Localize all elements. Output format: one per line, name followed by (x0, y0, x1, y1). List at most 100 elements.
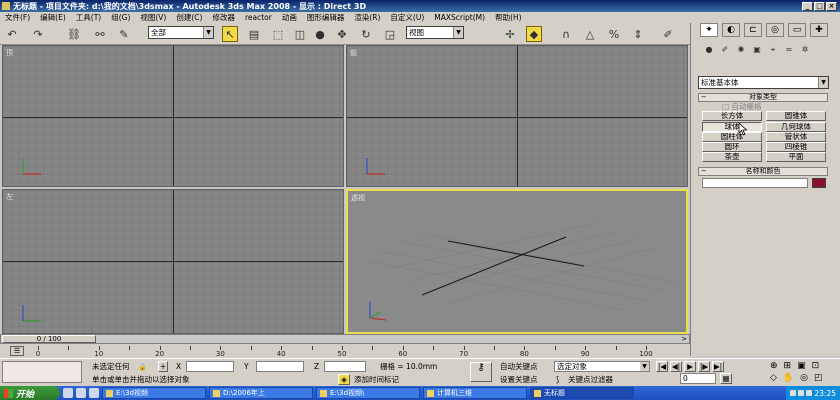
select-move-icon[interactable]: ✥ (334, 26, 350, 42)
geometry-icon[interactable]: ● (702, 44, 716, 56)
pyramid-button[interactable]: 四棱锥 (766, 142, 826, 152)
menu-tools[interactable]: 工具(T) (71, 12, 106, 23)
menu-rendering[interactable]: 渲染(R) (349, 12, 385, 23)
teapot-button[interactable]: 茶壶 (702, 152, 762, 162)
unlink-icon[interactable]: ⚯ (92, 26, 108, 42)
task-button[interactable]: D:\2006年上 (209, 387, 313, 399)
helpers-icon[interactable]: ⌖ (766, 44, 780, 56)
bind-space-warp-icon[interactable]: ✎ (116, 26, 132, 42)
link-icon[interactable]: ⛓ (66, 26, 82, 42)
angle-snap-icon[interactable]: △ (582, 26, 598, 42)
motion-tab-icon[interactable]: ◎ (766, 23, 784, 37)
menu-file[interactable]: 文件(F) (0, 12, 35, 23)
time-slider-next-icon[interactable]: > (681, 335, 687, 343)
maximize-button[interactable]: □ (814, 1, 825, 11)
viewport-label-front[interactable]: 前 (350, 48, 357, 58)
lock-selection-icon[interactable]: 🔒 (138, 363, 147, 371)
viewport-front[interactable]: 前 (346, 45, 688, 187)
menu-group[interactable]: 组(G) (106, 12, 135, 23)
viewport-perspective[interactable]: 透视 (346, 189, 688, 334)
zoom-all-icon[interactable]: ⊞ (784, 361, 798, 371)
select-by-name-icon[interactable]: ▤ (246, 26, 262, 42)
field-of-view-icon[interactable]: ◇ (770, 373, 783, 383)
quick-launch-media-icon[interactable] (89, 388, 99, 398)
zoom-icon[interactable]: ⊕ (770, 361, 784, 371)
task-button-active[interactable]: 无标题 (530, 387, 634, 399)
time-slider[interactable]: 0 / 100 > (0, 334, 690, 344)
display-tab-icon[interactable]: ▭ (788, 23, 806, 37)
menu-maxscript[interactable]: MAXScript(M) (429, 13, 490, 22)
key-filters-button[interactable]: 关键点过滤器 (568, 374, 613, 385)
menu-modifiers[interactable]: 修改器 (207, 12, 240, 23)
select-rotate-icon[interactable]: ↻ (358, 26, 374, 42)
maximize-viewport-icon[interactable]: ◰ (814, 373, 829, 383)
viewport-label-top[interactable]: 顶 (6, 48, 13, 58)
tray-icon[interactable] (790, 390, 797, 396)
viewport-top[interactable]: 顶 (2, 45, 344, 187)
select-and-manipulate-icon[interactable]: ◆ (526, 26, 542, 42)
edit-named-selection-icon[interactable]: ✐ (660, 26, 676, 42)
start-button[interactable]: 开始 (0, 386, 60, 400)
play-icon[interactable]: ▶ (684, 361, 696, 372)
close-button[interactable]: × (826, 1, 837, 11)
use-pivot-center-icon[interactable]: ✢ (502, 26, 518, 42)
hierarchy-tab-icon[interactable]: ⊏ (744, 23, 762, 37)
cylinder-button[interactable]: 圆柱体 (702, 132, 762, 142)
quick-launch-ie-icon[interactable] (63, 388, 73, 398)
window-crossing-icon[interactable]: ◫ (292, 26, 308, 42)
task-button[interactable]: E:\3d视频 (102, 387, 206, 399)
spinner-snap-icon[interactable]: ⇕ (630, 26, 646, 42)
minimize-button[interactable]: _ (802, 1, 813, 11)
go-to-end-icon[interactable]: ▶| (712, 361, 724, 372)
torus-button[interactable]: 圆环 (702, 142, 762, 152)
reference-coordinate-select[interactable]: 视图 ▼ (406, 26, 464, 39)
object-type-rollout-header[interactable]: − 对象类型 (698, 93, 828, 102)
selection-filter-select[interactable]: 全部 ▼ (148, 26, 214, 39)
snap-toggle-icon[interactable]: ∩ (558, 26, 574, 42)
menu-customize[interactable]: 自定义(U) (385, 12, 429, 23)
menu-edit[interactable]: 编辑(E) (35, 12, 71, 23)
z-coordinate-field[interactable] (324, 361, 366, 372)
viewport-left[interactable]: 左 (2, 189, 344, 334)
go-to-start-icon[interactable]: |◀ (656, 361, 668, 372)
percent-snap-icon[interactable]: % (606, 26, 622, 42)
zoom-extents-icon[interactable]: ▣ (797, 361, 812, 371)
key-icon[interactable]: ⚷ (470, 362, 492, 382)
geosphere-button[interactable]: 几何球体 (766, 122, 826, 132)
mini-curve-editor-icon[interactable]: ☰ (10, 346, 24, 356)
menu-view[interactable]: 视图(V) (135, 12, 171, 23)
select-object-icon[interactable]: ↖ (222, 26, 238, 42)
task-button[interactable]: E:\3d视频\ (316, 387, 420, 399)
viewport-label-left[interactable]: 左 (6, 192, 13, 202)
utilities-tab-icon[interactable]: ✚ (810, 23, 828, 37)
orbit-icon[interactable]: ◎ (800, 373, 814, 383)
rectangular-selection-icon[interactable]: ⬚ (270, 26, 286, 42)
name-color-rollout-header[interactable]: − 名称和颜色 (698, 167, 828, 176)
absolute-mode-icon[interactable]: + (158, 361, 168, 372)
zoom-extents-all-icon[interactable]: ⊡ (812, 361, 826, 371)
menu-help[interactable]: 帮助(H) (490, 12, 527, 23)
quick-launch-desktop-icon[interactable] (76, 388, 86, 398)
cameras-icon[interactable]: ▣ (750, 44, 764, 56)
y-coordinate-field[interactable] (256, 361, 304, 372)
auto-key-button[interactable]: 自动关键点 (500, 361, 538, 372)
undo-icon[interactable]: ↶ (4, 26, 20, 42)
box-button[interactable]: 长方体 (702, 111, 762, 121)
select-manipulate-icon[interactable]: ● (312, 26, 328, 42)
time-slider-thumb[interactable]: 0 / 100 (2, 335, 96, 343)
select-scale-icon[interactable]: ◲ (382, 26, 398, 42)
systems-icon[interactable]: ✲ (798, 44, 812, 56)
next-frame-icon[interactable]: |▶ (698, 361, 710, 372)
tray-icon[interactable] (806, 390, 813, 396)
menu-graph-editors[interactable]: 图形编辑器 (302, 12, 350, 23)
add-time-tag-button[interactable]: 添加时间标记 (354, 374, 399, 385)
object-color-swatch[interactable] (812, 178, 826, 188)
menu-create[interactable]: 创建(C) (171, 12, 207, 23)
primitive-category-select[interactable]: 标准基本体 ▼ (698, 76, 829, 89)
create-tab-icon[interactable]: ✦ (700, 23, 718, 37)
menu-animation[interactable]: 动画 (277, 12, 302, 23)
redo-icon[interactable]: ↷ (30, 26, 46, 42)
shapes-icon[interactable]: ✐ (718, 44, 732, 56)
time-configuration-icon[interactable]: ▦ (720, 373, 732, 384)
time-tag-icon[interactable]: ◈ (338, 374, 350, 385)
